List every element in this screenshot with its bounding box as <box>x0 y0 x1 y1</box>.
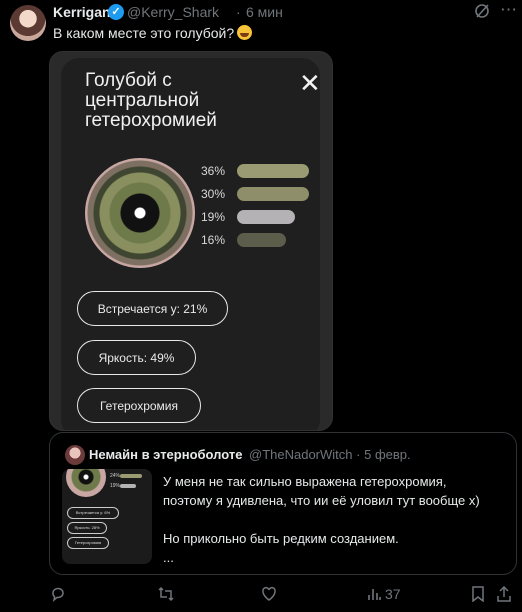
quoted-author-handle: @TheNadorWitch <box>249 447 353 462</box>
stat-bar <box>237 164 309 178</box>
grok-icon[interactable] <box>473 2 491 25</box>
stat-label: 19% <box>201 210 226 224</box>
views-chart-icon <box>368 589 381 600</box>
stat-label: 16% <box>201 233 226 247</box>
quoted-author-name: Немайн в этерноболоте <box>89 447 243 462</box>
result-panel: Голубой с центральной гетерохромией ✕ 36… <box>61 58 321 430</box>
reply-button[interactable] <box>50 586 66 605</box>
eye-photo <box>85 158 195 268</box>
thumb-pill: Встречается у: 6% <box>67 507 119 519</box>
retweet-button[interactable] <box>157 586 175 605</box>
reply-icon <box>52 587 64 602</box>
quoted-media-thumbnail: 24% 19% Встречается у: 6% Яркость: 28% Г… <box>62 469 152 564</box>
author-avatar[interactable] <box>10 5 46 41</box>
stat-bar <box>237 187 309 201</box>
stat-bar <box>237 210 295 224</box>
like-button[interactable] <box>261 586 277 605</box>
bookmark-button[interactable] <box>471 586 485 605</box>
quoted-text-line: поэтому я удивлена, что ии её уловил тут… <box>163 493 480 508</box>
verified-badge-icon: ✓ <box>108 4 124 20</box>
quoted-date: 5 февр. <box>364 447 411 462</box>
frequency-pill: Встречается у: 21% <box>77 291 228 326</box>
close-icon: ✕ <box>299 68 321 98</box>
thumb-eye <box>66 469 106 497</box>
views-count: 37 <box>385 586 401 602</box>
tweet-text-body: В каком месте это голубой? <box>53 25 235 41</box>
quoted-author-avatar <box>65 445 85 465</box>
quoted-tweet[interactable]: Немайн в этерноболоте @TheNadorWitch · 5… <box>49 432 517 575</box>
stat-bar <box>237 233 286 247</box>
heart-icon <box>262 586 276 601</box>
author-handle[interactable]: @Kerry_Shark <box>127 4 219 20</box>
tweet-media-image[interactable]: Голубой с центральной гетерохромией ✕ 36… <box>49 51 333 431</box>
thumb-pill: Яркость: 28% <box>67 522 107 534</box>
quoted-text-line: У меня не так сильно выражена гетерохром… <box>163 474 447 489</box>
thumb-stat: 24% <box>110 473 121 479</box>
heterochromia-pill: Гетерохромия <box>77 388 201 423</box>
retweet-icon <box>158 586 174 602</box>
separator-dot: · <box>236 4 241 20</box>
share-icon <box>497 585 511 602</box>
tweet-text: В каком месте это голубой? <box>53 25 253 41</box>
laughing-emoji-icon <box>237 25 253 40</box>
thumb-bar <box>120 484 136 488</box>
thumb-stat: 19% <box>110 483 121 489</box>
brightness-pill: Яркость: 49% <box>77 340 196 375</box>
quoted-text: У меня не так сильно выражена гетерохром… <box>163 472 503 567</box>
stat-label: 36% <box>201 164 226 178</box>
more-options-icon[interactable]: ⋯ <box>500 0 517 20</box>
thumb-bar <box>120 474 142 478</box>
quoted-text-line: Но прикольно быть редким созданием. <box>163 531 399 546</box>
tweet-timestamp[interactable]: 6 мин <box>246 4 283 20</box>
share-button[interactable] <box>497 585 511 605</box>
author-name[interactable]: Kerrigan <box>53 4 111 20</box>
bookmark-icon <box>472 586 484 603</box>
thumb-pill: Гетерохромия <box>67 537 109 549</box>
quoted-text-more: ... <box>163 550 174 565</box>
views-button[interactable]: 37 <box>367 586 401 602</box>
separator-dot: · <box>356 447 361 462</box>
result-title: Голубой с центральной гетерохромией <box>85 70 217 131</box>
stat-label: 30% <box>201 187 226 201</box>
quoted-author-meta: @TheNadorWitch · 5 февр. <box>249 447 411 462</box>
